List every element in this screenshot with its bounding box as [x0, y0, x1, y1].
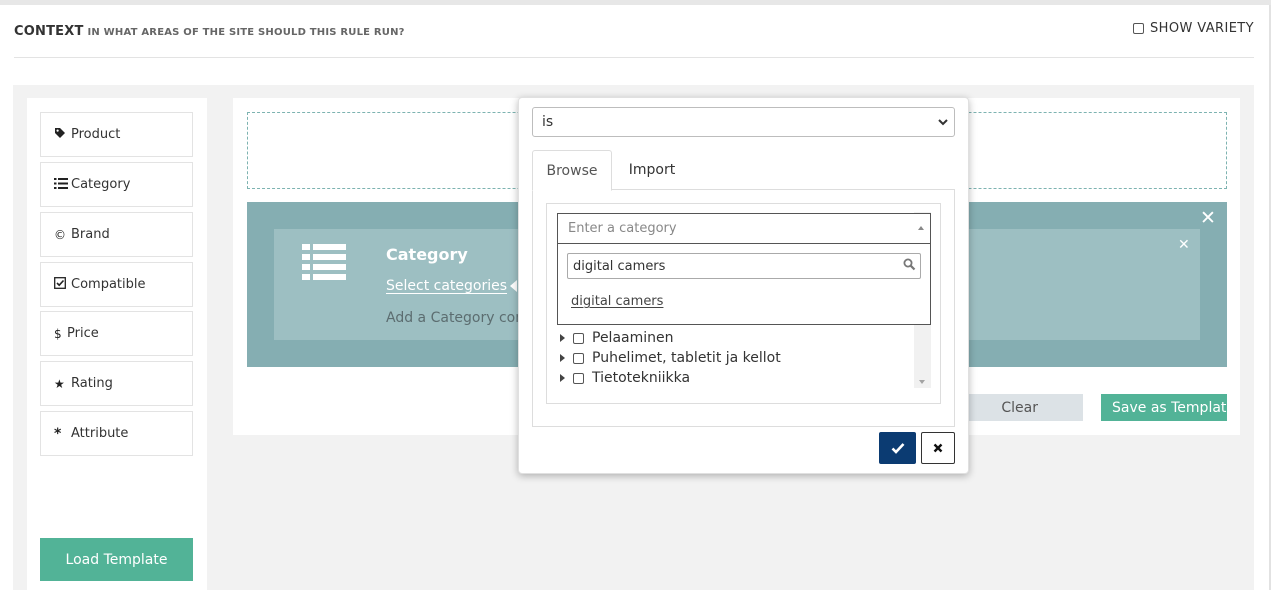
tab-browse[interactable]: Browse — [532, 150, 612, 191]
chevron-down-icon — [938, 119, 948, 126]
sidebar-item-label: Price — [67, 326, 99, 341]
context-heading: CONTEXT IN WHAT AREAS OF THE SITE SHOULD … — [14, 20, 405, 39]
tree-item[interactable]: Tietotekniikka — [560, 370, 690, 386]
scroll-down-arrow[interactable] — [919, 380, 925, 384]
cancel-button[interactable] — [921, 432, 955, 464]
tag-icon — [41, 127, 71, 142]
dollar-icon: $ — [54, 326, 62, 341]
condition-description: Add a Category condition — [386, 310, 518, 326]
sidebar-item-label: Product — [71, 127, 121, 142]
sidebar-item-label: Attribute — [71, 426, 129, 441]
sidebar-item-label: Brand — [71, 227, 110, 242]
caret-right-icon[interactable] — [560, 334, 565, 342]
tree-item-checkbox[interactable] — [573, 332, 584, 344]
list-icon — [302, 244, 346, 280]
sidebar-item-label: Rating — [71, 376, 113, 391]
caret-right-icon[interactable] — [560, 354, 565, 362]
check-icon — [891, 443, 904, 454]
tree-item-checkbox[interactable] — [573, 372, 584, 384]
save-as-template-button[interactable]: Save as Template — [1101, 394, 1227, 421]
divider — [14, 57, 1254, 58]
sidebar-item-category[interactable]: Category — [40, 162, 193, 207]
close-icon[interactable]: ✕ — [1200, 208, 1216, 228]
category-search-input[interactable] — [567, 253, 921, 279]
sidebar-item-rating[interactable]: ★ Rating — [40, 361, 193, 406]
condition-title: Category — [386, 245, 468, 264]
top-bar — [0, 0, 1271, 5]
sidebar-item-label: Compatible — [71, 277, 146, 292]
caret-right-icon[interactable] — [560, 374, 565, 382]
tab-import[interactable]: Import — [612, 150, 692, 190]
confirm-button[interactable] — [879, 432, 916, 464]
copyright-icon: © — [54, 227, 66, 242]
show-variety-toggle[interactable]: SHOW VARIETY — [1133, 21, 1254, 36]
star-icon: ★ — [54, 376, 65, 391]
section-title: CONTEXT — [14, 24, 84, 39]
close-icon — [933, 443, 943, 453]
tree-item-label: Pelaaminen — [592, 330, 674, 346]
select-categories-link[interactable]: Select categories — [386, 278, 507, 294]
search-result-item[interactable]: digital camers — [571, 294, 663, 309]
tree-item[interactable]: Pelaaminen — [560, 330, 674, 346]
asterisk-icon: * — [54, 425, 62, 442]
tree-item[interactable]: Puhelimet, tabletit ja kellot — [560, 350, 781, 366]
check-square-icon — [41, 277, 71, 292]
show-variety-label: SHOW VARIETY — [1150, 21, 1254, 36]
tree-item-checkbox[interactable] — [573, 352, 584, 364]
popover-caret — [510, 280, 517, 292]
operator-select[interactable]: is — [532, 107, 955, 137]
list-icon — [41, 177, 71, 192]
remove-condition-icon[interactable]: ✕ — [1178, 237, 1190, 253]
operator-value: is — [542, 114, 554, 130]
category-placeholder: Enter a category — [568, 220, 677, 236]
section-subtitle: IN WHAT AREAS OF THE SITE SHOULD THIS RU… — [87, 27, 405, 38]
sidebar-item-label: Category — [71, 177, 131, 192]
category-combobox[interactable]: Enter a category — [557, 213, 931, 244]
clear-button[interactable]: Clear — [957, 394, 1083, 421]
sidebar-item-compatible[interactable]: Compatible — [40, 262, 193, 307]
page: CONTEXT IN WHAT AREAS OF THE SITE SHOULD … — [0, 0, 1271, 590]
sidebar-item-price[interactable]: $ Price — [40, 311, 193, 356]
sidebar-item-product[interactable]: Product — [40, 112, 193, 157]
caret-up-icon — [918, 226, 924, 230]
sidebar-item-attribute[interactable]: * Attribute — [40, 411, 193, 456]
search-icon — [903, 258, 916, 271]
tree-item-label: Puhelimet, tabletit ja kellot — [592, 350, 781, 366]
load-template-button[interactable]: Load Template — [40, 538, 193, 581]
tree-item-label: Tietotekniikka — [592, 370, 691, 386]
sidebar-item-brand[interactable]: © Brand — [40, 212, 193, 257]
show-variety-checkbox[interactable] — [1133, 23, 1145, 34]
